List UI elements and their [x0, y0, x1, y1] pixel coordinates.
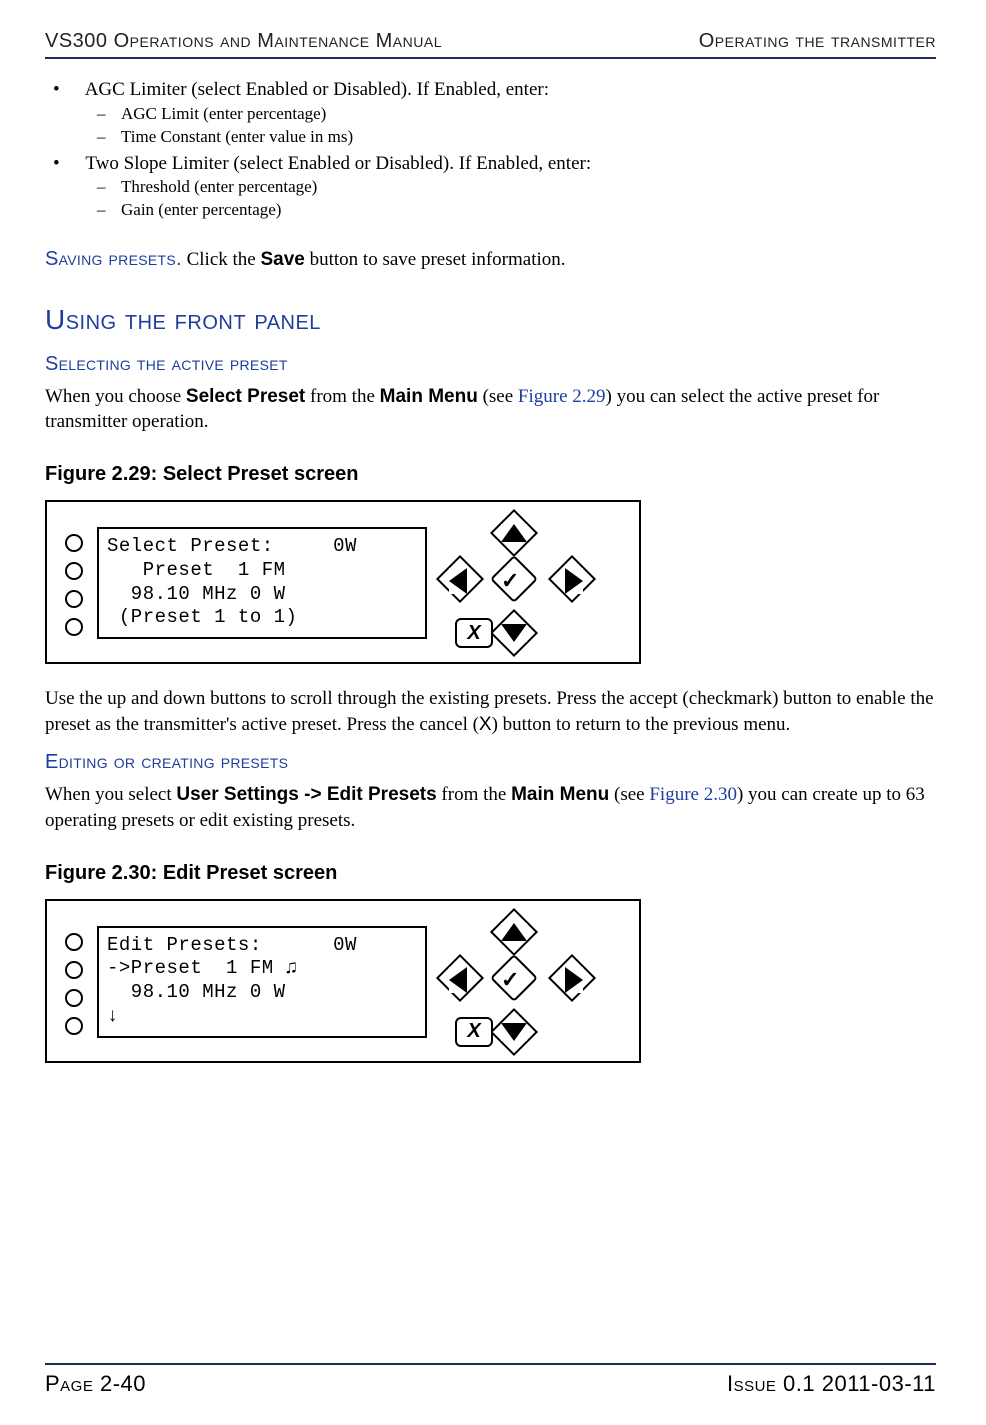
text: from the: [305, 386, 379, 407]
dpad-controls: ✓ X: [441, 518, 591, 648]
x-glyph: X: [479, 714, 492, 735]
arrow-left-icon: [449, 967, 467, 993]
arrow-left-icon: [449, 568, 467, 594]
bullet-agc-limiter: AGC Limiter (select Enabled or Disabled)…: [81, 77, 936, 149]
arrow-down-icon: [501, 624, 527, 642]
after-229-para: Use the up and down buttons to scroll th…: [45, 686, 936, 737]
led-indicator: [65, 618, 83, 636]
led-indicator: [65, 534, 83, 552]
arrow-up-icon: [501, 524, 527, 542]
text: When you select: [45, 784, 176, 805]
lcd-screen: Select Preset: 0W Preset 1 FM 98.10 MHz …: [97, 527, 427, 639]
lcd-screen: Edit Presets: 0W ->Preset 1 FM ♫ 98.10 M…: [97, 926, 427, 1038]
lcd-line2: Preset 1 FM: [107, 559, 417, 583]
figure-230-caption: Figure 2.30: Edit Preset screen: [45, 860, 936, 887]
lcd-line3: 98.10 MHz 0 W: [107, 583, 417, 607]
figure-230-panel: Edit Presets: 0W ->Preset 1 FM ♫ 98.10 M…: [45, 899, 641, 1063]
text: When you choose: [45, 386, 186, 407]
footer-page: Page 2-40: [45, 1371, 146, 1397]
main-menu-bold: Main Menu: [380, 386, 478, 407]
text: from the: [437, 784, 511, 805]
text: (see: [609, 784, 649, 805]
led-indicator: [65, 933, 83, 951]
led-indicator: [65, 590, 83, 608]
select-preset-bold: Select Preset: [186, 386, 305, 407]
text: ) button to return to the previous menu.: [492, 714, 791, 735]
x-icon: X: [467, 620, 480, 647]
user-settings-bold: User Settings -> Edit Presets: [176, 784, 436, 805]
page-footer: Page 2-40 Issue 0.1 2011-03-11: [45, 1363, 936, 1397]
led-indicator: [65, 1017, 83, 1035]
saving-presets-label: Saving presets.: [45, 248, 182, 270]
arrow-right-icon: [565, 967, 583, 993]
bullet-text: AGC Limiter (select Enabled or Disabled)…: [85, 79, 549, 100]
text: (see: [478, 386, 518, 407]
selecting-active-preset-heading: Selecting the active preset: [45, 351, 936, 378]
editing-creating-presets-heading: Editing or creating presets: [45, 749, 936, 776]
leds-column: [65, 530, 83, 636]
dpad-cancel-button[interactable]: X: [455, 618, 493, 648]
footer-rule: [45, 1363, 936, 1365]
edit-presets-para: When you select User Settings -> Edit Pr…: [45, 782, 936, 833]
figure-229-panel: Select Preset: 0W Preset 1 FM 98.10 MHz …: [45, 500, 641, 664]
header-right: Operating the transmitter: [699, 30, 936, 53]
leds-column: [65, 929, 83, 1035]
select-preset-para: When you choose Select Preset from the M…: [45, 384, 936, 435]
footer-issue: Issue 0.1 2011-03-11: [727, 1371, 936, 1397]
header-left: VS300 Operations and Maintenance Manual: [45, 30, 442, 53]
arrow-up-icon: [501, 923, 527, 941]
dpad-cancel-button[interactable]: X: [455, 1017, 493, 1047]
lcd-line4: (Preset 1 to 1): [107, 606, 417, 630]
lcd-line3: 98.10 MHz 0 W: [107, 981, 417, 1005]
dpad-controls: ✓ X: [441, 917, 591, 1047]
led-indicator: [65, 989, 83, 1007]
figure-229-ref[interactable]: Figure 2.29: [518, 386, 606, 407]
lcd-line4: ↓: [107, 1005, 417, 1029]
header-rule: [45, 57, 936, 59]
figure-230-ref[interactable]: Figure 2.30: [649, 784, 737, 805]
sub-agc-limit: AGC Limit (enter percentage): [121, 103, 936, 126]
saving-presets-para: Saving presets. Click the Save button to…: [45, 246, 936, 273]
bullet-text: Two Slope Limiter (select Enabled or Dis…: [85, 153, 591, 174]
led-indicator: [65, 562, 83, 580]
main-menu-bold: Main Menu: [511, 784, 609, 805]
sub-gain: Gain (enter percentage): [121, 199, 936, 222]
save-word: Save: [260, 249, 304, 270]
feature-bullets: AGC Limiter (select Enabled or Disabled)…: [45, 77, 936, 222]
led-indicator: [65, 961, 83, 979]
sub-threshold: Threshold (enter percentage): [121, 176, 936, 199]
checkmark-icon: ✓: [501, 566, 519, 596]
lcd-line2: ->Preset 1 FM ♫: [107, 957, 417, 981]
checkmark-icon: ✓: [501, 965, 519, 995]
text: Click the: [182, 249, 261, 270]
arrow-right-icon: [565, 568, 583, 594]
lcd-line1: Select Preset: 0W: [107, 535, 417, 559]
sub-time-constant: Time Constant (enter value in ms): [121, 126, 936, 149]
arrow-down-icon: [501, 1023, 527, 1041]
text: button to save preset information.: [305, 249, 566, 270]
figure-229-caption: Figure 2.29: Select Preset screen: [45, 461, 936, 488]
x-icon: X: [467, 1018, 480, 1045]
lcd-line1: Edit Presets: 0W: [107, 934, 417, 958]
bullet-two-slope: Two Slope Limiter (select Enabled or Dis…: [81, 151, 936, 223]
using-front-panel-heading: Using the front panel: [45, 301, 936, 339]
